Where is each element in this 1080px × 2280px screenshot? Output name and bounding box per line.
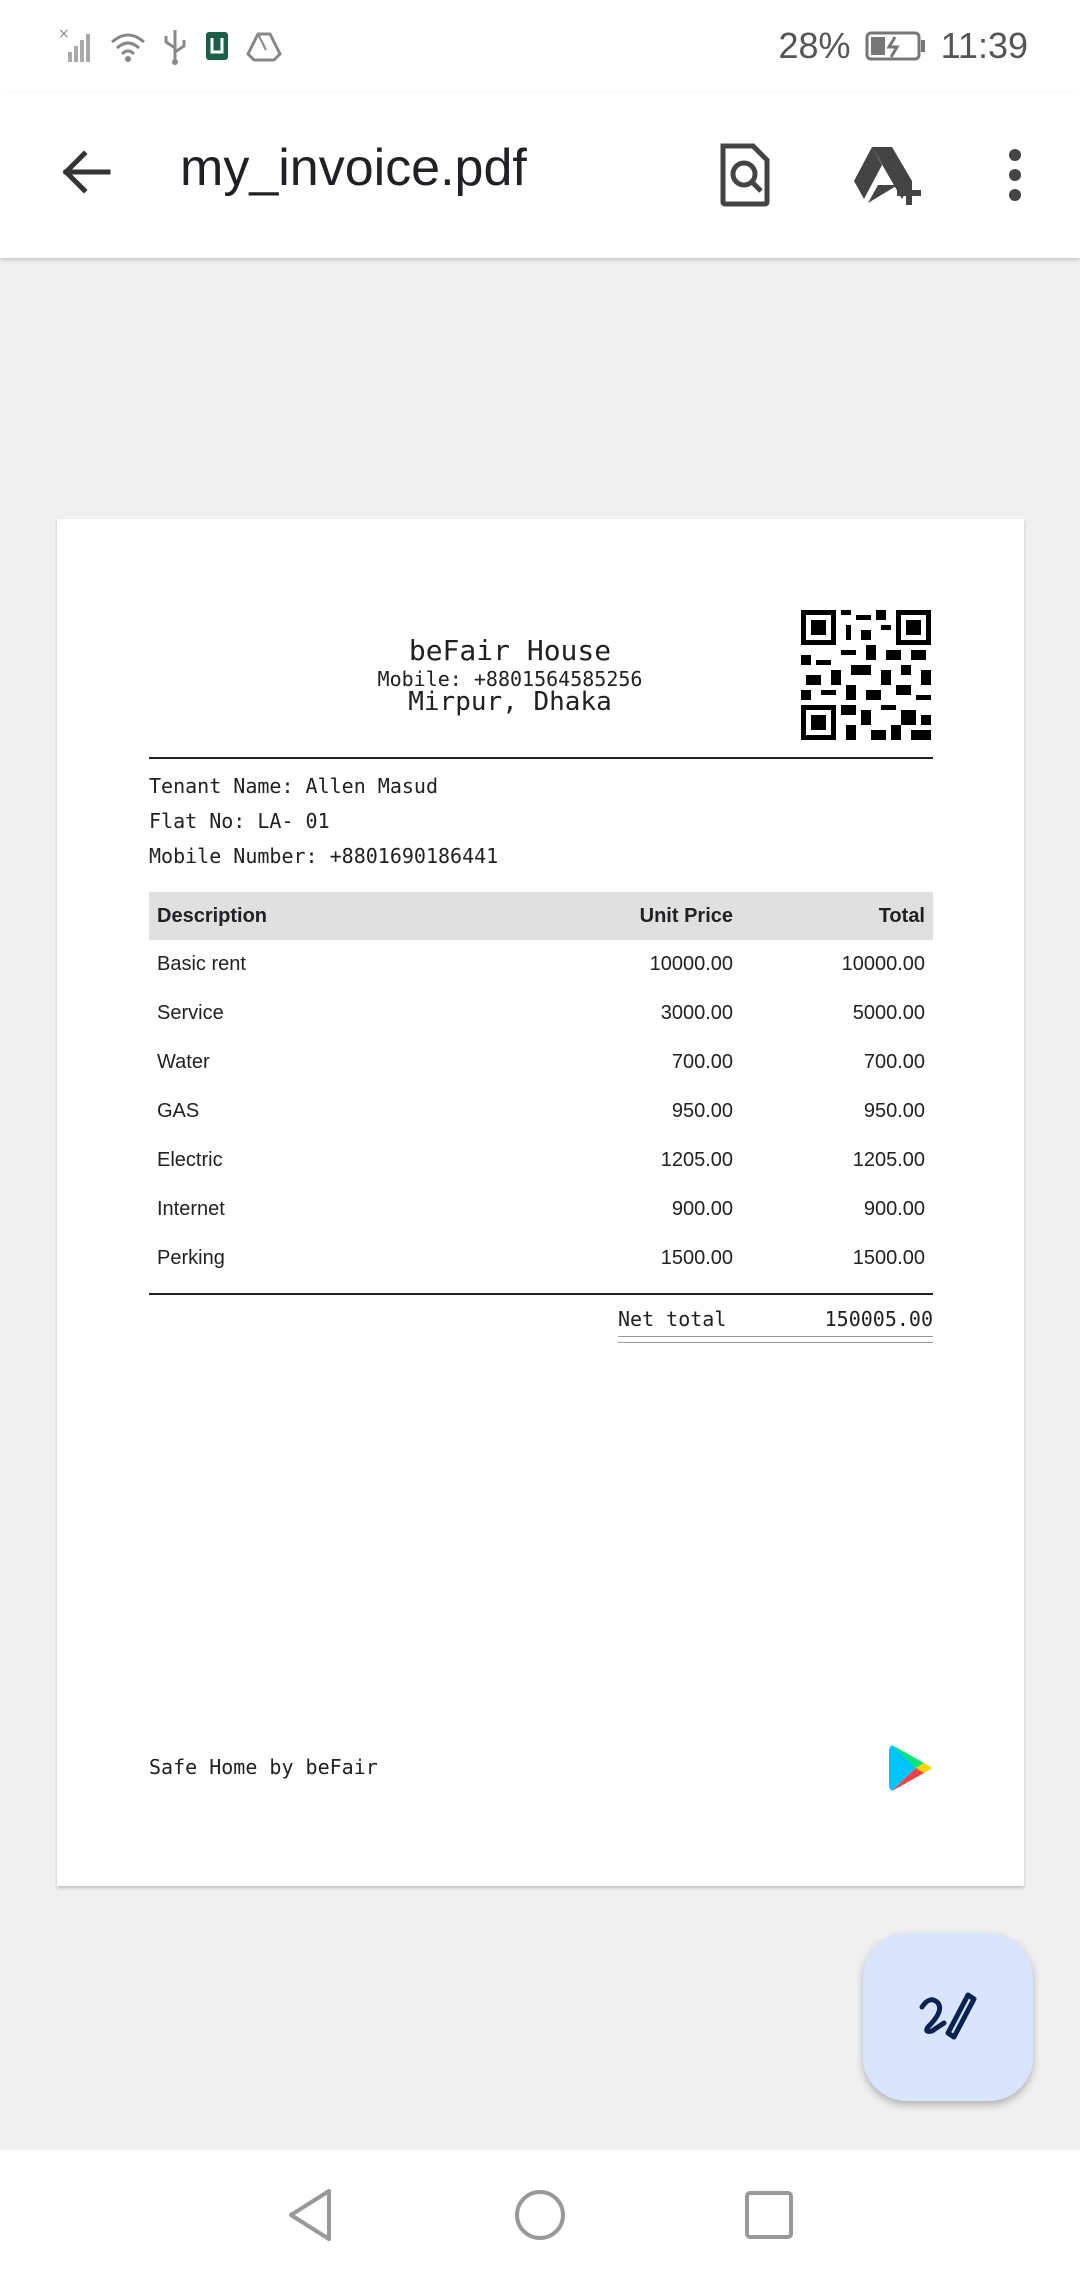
table-bottom-divider <box>149 1293 933 1295</box>
file-title: my_invoice.pdf <box>180 139 527 197</box>
row-unit-price: 1500.00 <box>660 1247 733 1269</box>
more-options-button[interactable] <box>985 132 1045 218</box>
header-divider <box>149 757 933 759</box>
row-total: 950.00 <box>863 1100 925 1122</box>
flat-no: Flat No: LA- 01 <box>149 809 330 833</box>
usb-icon <box>164 30 186 65</box>
no-signal-icon: × <box>58 26 90 62</box>
row-description: Water <box>157 1051 210 1073</box>
more-vert-icon <box>1009 149 1021 201</box>
back-arrow-icon <box>62 150 111 194</box>
battery-charging-icon <box>865 31 925 61</box>
home-circle-icon <box>515 2190 565 2240</box>
add-to-drive-icon <box>854 147 921 205</box>
net-total-label: Net total <box>618 1307 727 1331</box>
annotate-pen-icon <box>919 1992 977 2040</box>
table-row: GAS 950.00 950.00 <box>149 1087 933 1136</box>
google-play-icon <box>889 1745 932 1791</box>
row-description: Perking <box>157 1247 225 1269</box>
back-button[interactable] <box>46 132 126 212</box>
back-triangle-icon <box>289 2189 331 2241</box>
table-header-row: Description Unit Price Total <box>149 892 933 940</box>
pdf-page: beFair House Mobile: +8801564585256 Mirp… <box>57 519 1024 1886</box>
row-total: 1500.00 <box>852 1247 925 1269</box>
qr-code <box>801 610 931 740</box>
drive-icon <box>246 32 282 62</box>
clock: 11:39 <box>940 25 1028 66</box>
row-unit-price: 700.00 <box>671 1051 733 1073</box>
notification-app-icon <box>206 32 228 60</box>
header-description: Description <box>149 892 555 940</box>
table-row: Internet 900.00 900.00 <box>149 1185 933 1234</box>
navigation-bar <box>0 2150 1080 2280</box>
row-description: Electric <box>157 1149 223 1171</box>
table-row: Electric 1205.00 1205.00 <box>149 1136 933 1185</box>
find-in-document-icon <box>720 143 770 207</box>
row-total: 1205.00 <box>852 1149 925 1171</box>
add-to-drive-button[interactable] <box>840 132 936 218</box>
row-description: Basic rent <box>157 953 246 975</box>
nav-back-button[interactable] <box>270 2180 350 2250</box>
row-unit-price: 900.00 <box>671 1198 733 1220</box>
footer-text: Safe Home by beFair <box>149 1755 378 1779</box>
row-total: 900.00 <box>863 1198 925 1220</box>
table-row: Perking 1500.00 1500.00 <box>149 1234 933 1283</box>
row-description: Internet <box>157 1198 225 1220</box>
app-bar: my_invoice.pdf <box>0 92 1080 258</box>
row-total: 5000.00 <box>852 1002 925 1024</box>
row-total: 10000.00 <box>841 953 925 975</box>
battery-percent: 28% <box>778 25 851 66</box>
header-total: Total <box>741 892 933 940</box>
recents-square-icon <box>745 2191 793 2239</box>
invoice-table: Description Unit Price Total Basic rent … <box>149 892 933 1283</box>
find-in-document-button[interactable] <box>700 132 790 218</box>
tenant-mobile: Mobile Number: +8801690186441 <box>149 844 499 868</box>
status-icons: × <box>56 22 284 70</box>
row-total: 700.00 <box>863 1051 925 1073</box>
status-bar: × 28% 11:39 <box>0 0 1080 92</box>
header-unit-price: Unit Price <box>555 892 741 940</box>
table-row: Basic rent 10000.00 10000.00 <box>149 940 933 989</box>
svg-text:×: × <box>58 26 70 42</box>
table-row: Service 3000.00 5000.00 <box>149 989 933 1038</box>
annotate-fab[interactable] <box>863 1933 1033 2101</box>
net-total-double-underline <box>618 1336 933 1343</box>
row-description: Service <box>157 1002 224 1024</box>
row-description: GAS <box>157 1100 200 1122</box>
row-unit-price: 950.00 <box>671 1100 733 1122</box>
table-row: Water 700.00 700.00 <box>149 1038 933 1087</box>
nav-recents-button[interactable] <box>729 2180 809 2250</box>
tenant-name: Tenant Name: Allen Masud <box>149 774 438 798</box>
wifi-icon <box>111 33 145 62</box>
net-total-value: 150005.00 <box>824 1307 933 1331</box>
row-unit-price: 10000.00 <box>649 953 733 975</box>
row-unit-price: 1205.00 <box>660 1149 733 1171</box>
nav-home-button[interactable] <box>500 2180 580 2250</box>
status-right: 28% 11:39 <box>779 22 1028 70</box>
row-unit-price: 3000.00 <box>660 1002 733 1024</box>
